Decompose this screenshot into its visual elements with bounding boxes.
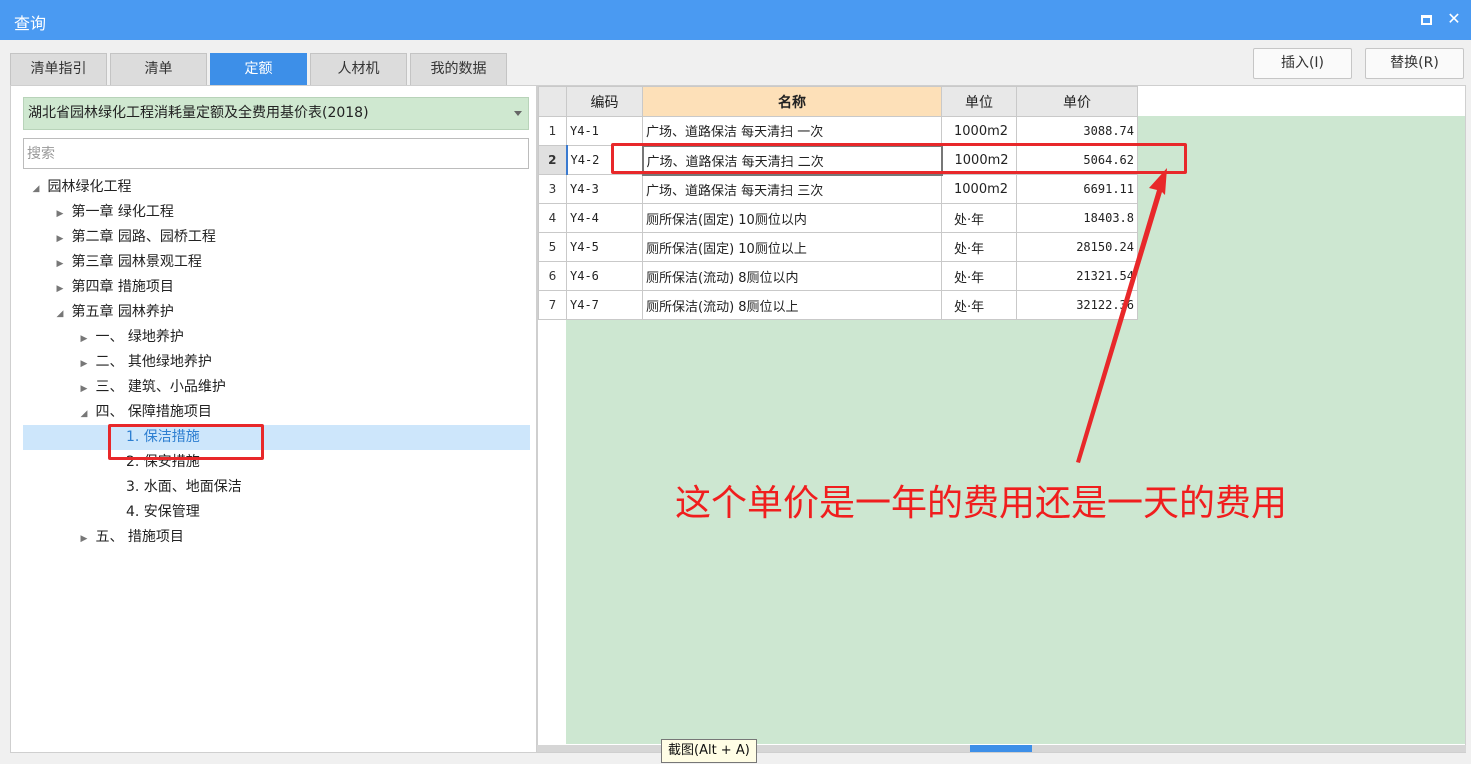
name-cell[interactable]: 广场、道路保洁 每天清扫 二次 [641,144,943,176]
code-cell[interactable]: Y4-5 [566,232,643,262]
tree-node-ch5-3[interactable]: ▶ 三、 建筑、小品维护 [77,375,226,400]
row-number: 2 [538,145,568,175]
quota-table: 编码 名称 单位 单价 1 Y4-1 广场、道路保洁 每天清扫 一次 1000m… [538,86,1138,320]
library-select[interactable]: 湖北省园林绿化工程消耗量定额及全费用基价表(2018) [23,97,529,130]
tab-my-data[interactable]: 我的数据 [410,53,507,85]
row-number: 6 [538,261,567,291]
expand-right-icon[interactable]: ▶ [53,227,67,252]
unit-cell[interactable]: 1000m2 [941,116,1017,146]
expand-down-icon[interactable]: ◢ [29,177,43,202]
price-cell[interactable]: 5064.62 [1016,145,1138,175]
price-cell[interactable]: 28150.24 [1016,232,1138,262]
code-cell[interactable]: Y4-4 [566,203,643,233]
insert-button[interactable]: 插入(I) [1253,48,1352,79]
column-header-name[interactable]: 名称 [642,86,942,117]
tree-node-ch5-5[interactable]: ▶ 五、 措施项目 [77,525,184,550]
price-cell[interactable]: 32122.36 [1016,290,1138,320]
table-row[interactable]: 2 Y4-2 广场、道路保洁 每天清扫 二次 1000m2 5064.62 [538,144,1138,176]
price-cell[interactable]: 3088.74 [1016,116,1138,146]
expand-right-icon[interactable]: ▶ [77,527,91,552]
code-cell[interactable]: Y4-2 [566,145,643,175]
screenshot-tooltip: 截图(Alt + A) [661,739,757,763]
name-cell[interactable]: 厕所保洁(固定) 10厕位以上 [642,232,942,262]
tree-node-ch3[interactable]: ▶ 第三章 园林景观工程 [53,250,202,275]
expand-right-icon[interactable]: ▶ [53,252,67,277]
row-number: 3 [538,174,567,204]
unit-cell[interactable]: 处·年 [941,290,1017,320]
right-panel: 编码 名称 单位 单价 1 Y4-1 广场、道路保洁 每天清扫 一次 1000m… [537,85,1466,753]
column-header-price[interactable]: 单价 [1016,86,1138,117]
tree-node-ch1[interactable]: ▶ 第一章 绿化工程 [53,200,174,225]
tree-node-ch5-2[interactable]: ▶ 二、 其他绿地养护 [77,350,212,375]
table-row[interactable]: 1 Y4-1 广场、道路保洁 每天清扫 一次 1000m2 3088.74 [538,116,1138,146]
table-header-row: 编码 名称 单位 单价 [538,86,1138,117]
unit-cell[interactable]: 处·年 [941,232,1017,262]
table-row[interactable]: 7 Y4-7 厕所保洁(流动) 8厕位以上 处·年 32122.36 [538,290,1138,320]
unit-cell[interactable]: 处·年 [941,203,1017,233]
left-panel: 湖北省园林绿化工程消耗量定额及全费用基价表(2018) ◢ 园林绿化工程 ▶ 第… [10,85,537,753]
close-icon[interactable]: ✕ [1443,8,1465,30]
scrollbar-thumb[interactable] [970,745,1032,752]
table-row[interactable]: 4 Y4-4 厕所保洁(固定) 10厕位以内 处·年 18403.8 [538,203,1138,233]
row-number: 5 [538,232,567,262]
search-input[interactable] [23,138,529,169]
tree-node-cleaning[interactable]: 1. 保洁措施 [23,425,530,450]
code-cell[interactable]: Y4-6 [566,261,643,291]
tree-node-security-mgmt[interactable]: 4. 安保管理 [126,500,200,525]
tree-node-root[interactable]: ◢ 园林绿化工程 [29,175,132,202]
tree-node-ch2[interactable]: ▶ 第二章 园路、园桥工程 [53,225,216,250]
name-cell[interactable]: 厕所保洁(流动) 8厕位以内 [642,261,942,291]
replace-button[interactable]: 替换(R) [1365,48,1464,79]
unit-cell[interactable]: 1000m2 [941,174,1017,204]
tab-quota[interactable]: 定额 [210,53,307,85]
expand-down-icon[interactable]: ◢ [77,402,91,427]
tree-node-ch5[interactable]: ◢ 第五章 园林养护 [53,300,174,325]
name-cell[interactable]: 厕所保洁(流动) 8厕位以上 [642,290,942,320]
code-cell[interactable]: Y4-1 [566,116,643,146]
column-header-unit[interactable]: 单位 [941,86,1017,117]
price-cell[interactable]: 18403.8 [1016,203,1138,233]
name-cell[interactable]: 厕所保洁(固定) 10厕位以内 [642,203,942,233]
expand-right-icon[interactable]: ▶ [53,277,67,302]
expand-right-icon[interactable]: ▶ [77,327,91,352]
window-title: 查询 [14,14,47,33]
expand-right-icon[interactable]: ▶ [77,377,91,402]
table-row[interactable]: 5 Y4-5 厕所保洁(固定) 10厕位以上 处·年 28150.24 [538,232,1138,262]
price-cell[interactable]: 6691.11 [1016,174,1138,204]
name-cell[interactable]: 广场、道路保洁 每天清扫 三次 [642,174,942,204]
tree-node-ch5-4[interactable]: ◢ 四、 保障措施项目 [77,400,212,425]
price-cell[interactable]: 21321.54 [1016,261,1138,291]
expand-right-icon[interactable]: ▶ [53,202,67,227]
chevron-down-icon [514,111,522,116]
tree-node-ch5-1[interactable]: ▶ 一、 绿地养护 [77,325,184,350]
title-bar: 查询 ✕ [0,0,1471,40]
maximize-icon[interactable] [1415,8,1437,30]
tree-node-ch4[interactable]: ▶ 第四章 措施项目 [53,275,174,300]
code-cell[interactable]: Y4-3 [566,174,643,204]
expand-right-icon[interactable]: ▶ [77,352,91,377]
library-select-value: 湖北省园林绿化工程消耗量定额及全费用基价表(2018) [28,105,369,121]
expand-down-icon[interactable]: ◢ [53,302,67,327]
row-number: 1 [538,116,567,146]
tab-bill-guide[interactable]: 清单指引 [10,53,107,85]
row-number-header [538,86,567,117]
unit-cell[interactable]: 处·年 [941,261,1017,291]
code-cell[interactable]: Y4-7 [566,290,643,320]
row-number: 4 [538,203,567,233]
tab-bill[interactable]: 清单 [110,53,207,85]
table-row[interactable]: 6 Y4-6 厕所保洁(流动) 8厕位以内 处·年 21321.54 [538,261,1138,291]
tree-node-security[interactable]: 2. 保安措施 [126,450,200,475]
row-number: 7 [538,290,567,320]
column-header-code[interactable]: 编码 [566,86,643,117]
name-cell[interactable]: 广场、道路保洁 每天清扫 一次 [642,116,942,146]
table-row[interactable]: 3 Y4-3 广场、道路保洁 每天清扫 三次 1000m2 6691.11 [538,174,1138,204]
tab-labor-material-machine[interactable]: 人材机 [310,53,407,85]
annotation-question-text: 这个单价是一年的费用还是一天的费用 [675,483,1288,524]
unit-cell[interactable]: 1000m2 [941,145,1017,175]
tree-node-water-ground[interactable]: 3. 水面、地面保洁 [126,475,242,500]
